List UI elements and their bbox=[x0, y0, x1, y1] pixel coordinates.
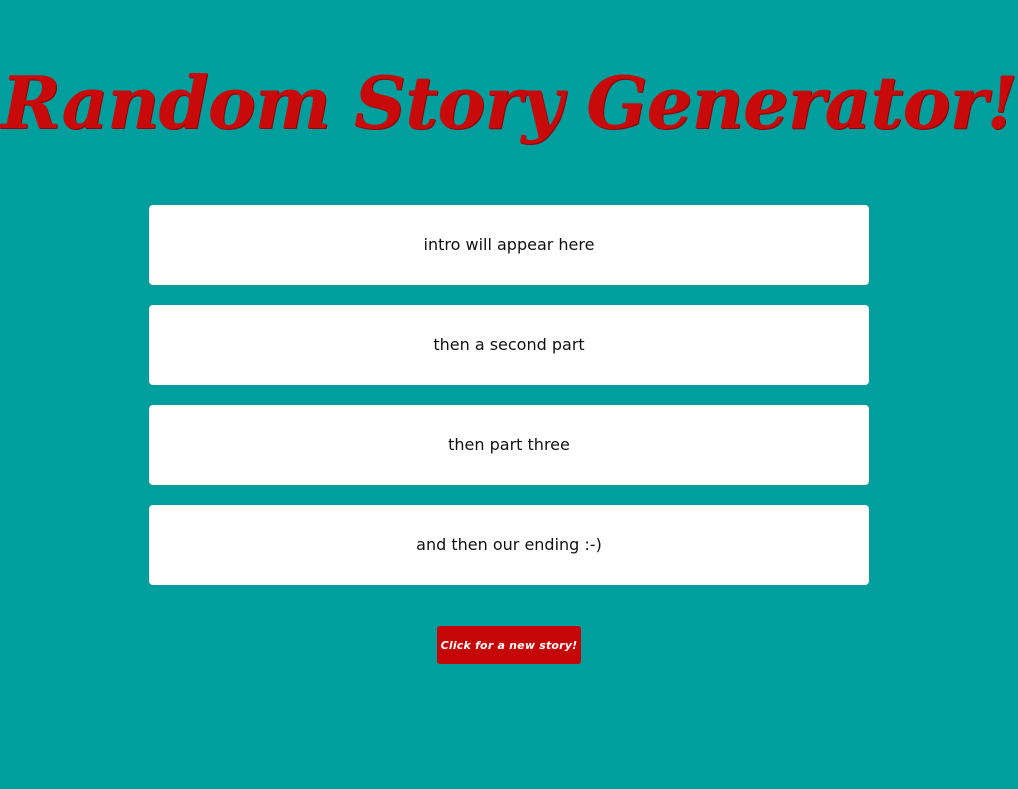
story-part-ending-text: and then our ending :-) bbox=[416, 535, 602, 554]
story-part-intro-text: intro will appear here bbox=[423, 235, 595, 254]
random-story-generator-page: Random Story Generator! intro will appea… bbox=[0, 0, 1018, 789]
new-story-button[interactable]: Click for a new story! bbox=[437, 626, 581, 664]
story-part-ending-card: and then our ending :-) bbox=[149, 505, 869, 585]
story-part-intro-card: intro will appear here bbox=[149, 205, 869, 285]
story-part-second-text: then a second part bbox=[433, 335, 585, 354]
story-part-third-card: then part three bbox=[149, 405, 869, 485]
story-part-third-text: then part three bbox=[448, 435, 570, 454]
story-container: intro will appear here then a second par… bbox=[149, 205, 869, 605]
page-title: Random Story Generator! bbox=[0, 60, 1018, 145]
story-part-second-card: then a second part bbox=[149, 305, 869, 385]
